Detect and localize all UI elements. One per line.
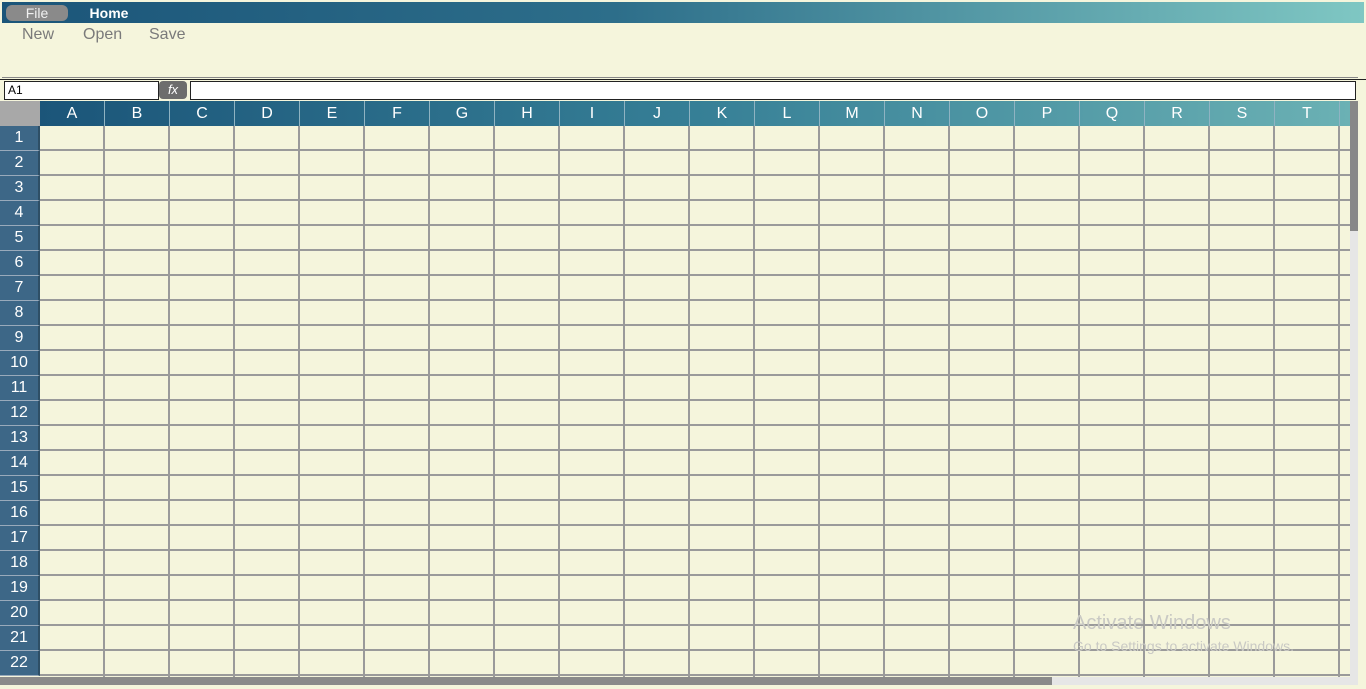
row-header-4[interactable]: 4 [0, 201, 40, 226]
column-header-s[interactable]: S [1210, 101, 1275, 126]
row-header-5[interactable]: 5 [0, 226, 40, 251]
menu-tab-file[interactable]: File [6, 5, 68, 21]
column-header-d[interactable]: D [235, 101, 300, 126]
menu-tab-home[interactable]: Home [78, 5, 140, 21]
ribbon: New Open Save [2, 23, 1358, 78]
column-header-e[interactable]: E [300, 101, 365, 126]
save-button[interactable]: Save [149, 26, 185, 44]
row-header-18[interactable]: 18 [0, 551, 40, 576]
column-header-t[interactable]: T [1275, 101, 1340, 126]
formula-input[interactable] [190, 81, 1356, 100]
horizontal-scroll-thumb[interactable] [0, 677, 1052, 685]
column-header-c[interactable]: C [170, 101, 235, 126]
row-header-9[interactable]: 9 [0, 326, 40, 351]
row-header-15[interactable]: 15 [0, 476, 40, 501]
row-header-22[interactable]: 22 [0, 651, 40, 676]
row-header-3[interactable]: 3 [0, 176, 40, 201]
row-header-6[interactable]: 6 [0, 251, 40, 276]
column-header-j[interactable]: J [625, 101, 690, 126]
row-header-7[interactable]: 7 [0, 276, 40, 301]
vertical-scrollbar[interactable] [1350, 101, 1358, 677]
row-header-14[interactable]: 14 [0, 451, 40, 476]
column-header-r[interactable]: R [1145, 101, 1210, 126]
column-header-f[interactable]: F [365, 101, 430, 126]
column-header-k[interactable]: K [690, 101, 755, 126]
column-header-p[interactable]: P [1015, 101, 1080, 126]
column-header-g[interactable]: G [430, 101, 495, 126]
new-button[interactable]: New [22, 26, 54, 44]
row-header-11[interactable]: 11 [0, 376, 40, 401]
column-header-o[interactable]: O [950, 101, 1015, 126]
column-header-m[interactable]: M [820, 101, 885, 126]
row-header-19[interactable]: 19 [0, 576, 40, 601]
horizontal-scrollbar[interactable] [0, 677, 1358, 685]
name-box[interactable]: A1 [4, 81, 159, 100]
row-header-17[interactable]: 17 [0, 526, 40, 551]
fx-button[interactable]: fx [159, 81, 187, 99]
row-header-21[interactable]: 21 [0, 626, 40, 651]
column-header-l[interactable]: L [755, 101, 820, 126]
row-header-20[interactable]: 20 [0, 601, 40, 626]
formula-bar: A1 fx [0, 79, 1366, 102]
menu-bar: File Home [2, 2, 1364, 23]
row-header-1[interactable]: 1 [0, 126, 40, 151]
column-header-q[interactable]: Q [1080, 101, 1145, 126]
row-header-12[interactable]: 12 [0, 401, 40, 426]
select-all-corner[interactable] [0, 101, 40, 126]
row-header-8[interactable]: 8 [0, 301, 40, 326]
column-header-n[interactable]: N [885, 101, 950, 126]
spreadsheet-grid: ABCDEFGHIJKLMNOPQRST 1 2 3 4 5 6 7 8 9 10 11 12 13 14… [0, 101, 1350, 677]
cell-grid[interactable] [40, 126, 1350, 677]
column-header-row: ABCDEFGHIJKLMNOPQRST [40, 101, 1350, 126]
row-header-13[interactable]: 13 [0, 426, 40, 451]
row-header-10[interactable]: 10 [0, 351, 40, 376]
vertical-scroll-thumb[interactable] [1350, 101, 1358, 231]
column-header-a[interactable]: A [40, 101, 105, 126]
column-header-b[interactable]: B [105, 101, 170, 126]
column-header-h[interactable]: H [495, 101, 560, 126]
row-header-16[interactable]: 16 [0, 501, 40, 526]
column-header-i[interactable]: I [560, 101, 625, 126]
row-header-2[interactable]: 2 [0, 151, 40, 176]
open-button[interactable]: Open [83, 26, 122, 44]
